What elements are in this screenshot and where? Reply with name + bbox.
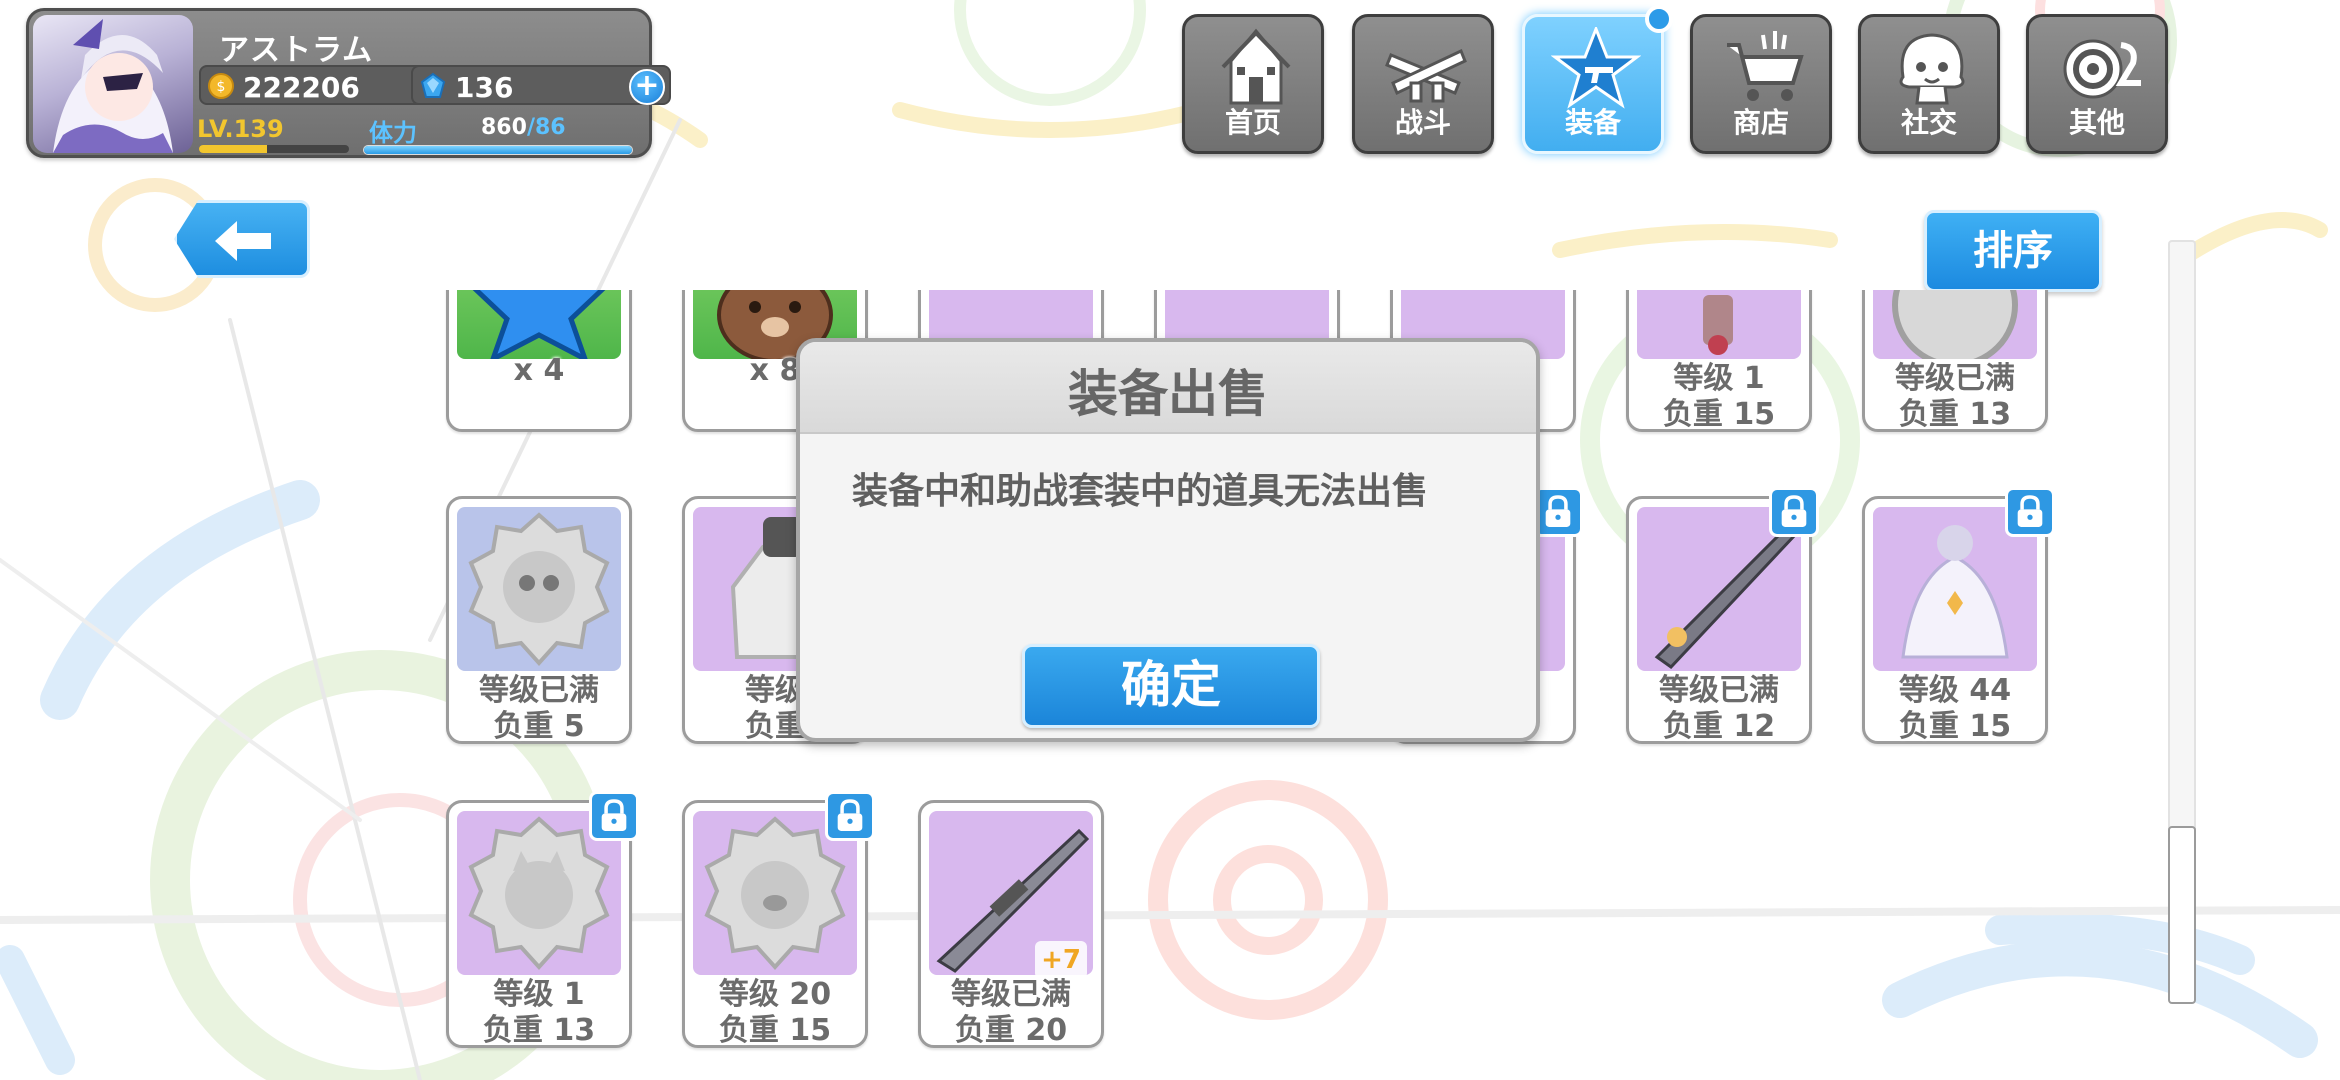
crossed-guns-icon [1385, 48, 1467, 103]
add-gems-button[interactable]: + [629, 69, 665, 105]
nav-label: 商店 [1732, 106, 1789, 139]
item-weight: 负重 12 [1662, 709, 1776, 744]
item-weight: 负重 15 [718, 1013, 832, 1048]
gold-coin-icon: $ [208, 73, 234, 99]
player-level: LV.139 [197, 115, 284, 143]
lock-icon [589, 791, 639, 841]
item-weight: 负重 15 [1662, 397, 1776, 432]
nav-battle-button[interactable]: 战斗 [1352, 14, 1494, 154]
character-portrait-icon [53, 19, 173, 153]
dialog-message: 装备中和助战套装中的道具无法出售 [852, 471, 1429, 512]
nav-other-button[interactable]: 其他 [2026, 14, 2168, 154]
gem-value: 136 [455, 71, 514, 104]
accessory-icon [1703, 295, 1733, 355]
notification-dot [1645, 5, 1673, 33]
nav-label: 其他 [2068, 106, 2125, 139]
star-gun-icon [1551, 27, 1641, 109]
nav-label: 战斗 [1394, 106, 1451, 139]
gold-counter: $ 222206 [199, 65, 425, 105]
nav-label: 装备 [1564, 106, 1621, 139]
inventory-item[interactable]: 等级 1 负重 13 [446, 791, 639, 1048]
inventory-item[interactable]: 等级 44 负重 15 [1862, 487, 2055, 744]
skull-badge-icon [468, 512, 610, 666]
gem-counter: 136 + [411, 65, 671, 105]
item-weight: 负重 13 [482, 1013, 596, 1048]
item-weight: 负重 13 [1898, 397, 2012, 432]
blue-crystal-icon [420, 72, 446, 98]
lock-icon [825, 791, 875, 841]
nav-shop-button[interactable]: 商店 [1690, 14, 1832, 154]
blue-star-icon [472, 290, 606, 359]
nav-label: 首页 [1224, 106, 1281, 139]
arrow-left-icon [215, 221, 271, 261]
item-weight: 负重 5 [493, 709, 585, 744]
stamina-value: 860/86 [481, 115, 566, 140]
character-face-icon [1899, 33, 1965, 105]
nav-equipment-button[interactable]: 装备 [1522, 5, 1673, 154]
nav-social-button[interactable]: 社交 [1858, 14, 2000, 154]
svg-text:$: $ [217, 79, 226, 95]
dialog-header: 装备出售 [800, 342, 1536, 434]
silver-badge-icon [1892, 290, 2018, 359]
scrollbar-thumb[interactable] [2168, 826, 2196, 1004]
inventory-item[interactable]: x 4 [446, 290, 632, 432]
target-icon [2063, 39, 2141, 99]
stamina-progress-bar [363, 145, 633, 155]
inventory-item[interactable]: +7 等级已满 负重 20 [918, 800, 1104, 1048]
stamina-label: 体力 [369, 119, 417, 147]
gold-value: 222206 [243, 71, 360, 104]
lock-icon [2005, 487, 2055, 537]
item-weight: 负重 15 [1898, 709, 2012, 744]
player-name: アストラム [219, 33, 374, 68]
dialog-title: 装备出售 [1068, 365, 1268, 423]
sort-button[interactable]: 排序 [1924, 210, 2102, 292]
inventory-scrollbar[interactable] [2168, 240, 2196, 1004]
inventory-item[interactable]: 等级已满 负重 5 [446, 496, 632, 744]
player-panel: アストラム $ 222206 136 + LV.139 体力 860/86 [26, 8, 671, 158]
back-button[interactable] [174, 200, 310, 278]
inventory-item[interactable]: 等级已满 负重 12 [1626, 487, 1819, 744]
house-icon [1221, 28, 1291, 105]
inventory-item[interactable]: 等级 1 负重 15 [1626, 290, 1812, 432]
nav-home-button[interactable]: 首页 [1182, 14, 1324, 154]
nav-label: 社交 [1900, 106, 1957, 139]
confirm-button[interactable]: 确定 [1022, 644, 1320, 728]
inventory-item[interactable]: 等级 20 负重 15 [682, 791, 875, 1048]
sell-equipment-dialog: 装备出售 装备中和助战套装中的道具无法出售 确定 [796, 338, 1540, 742]
level-progress-bar [199, 145, 349, 153]
player-avatar[interactable] [33, 15, 193, 153]
lock-icon [1769, 487, 1819, 537]
inventory-item[interactable]: 等级已满 负重 13 [1862, 290, 2048, 432]
item-quantity: x 4 [513, 353, 565, 388]
cart-icon [1727, 31, 1804, 101]
item-weight: 负重 20 [954, 1013, 1068, 1048]
lock-icon [1533, 487, 1583, 537]
